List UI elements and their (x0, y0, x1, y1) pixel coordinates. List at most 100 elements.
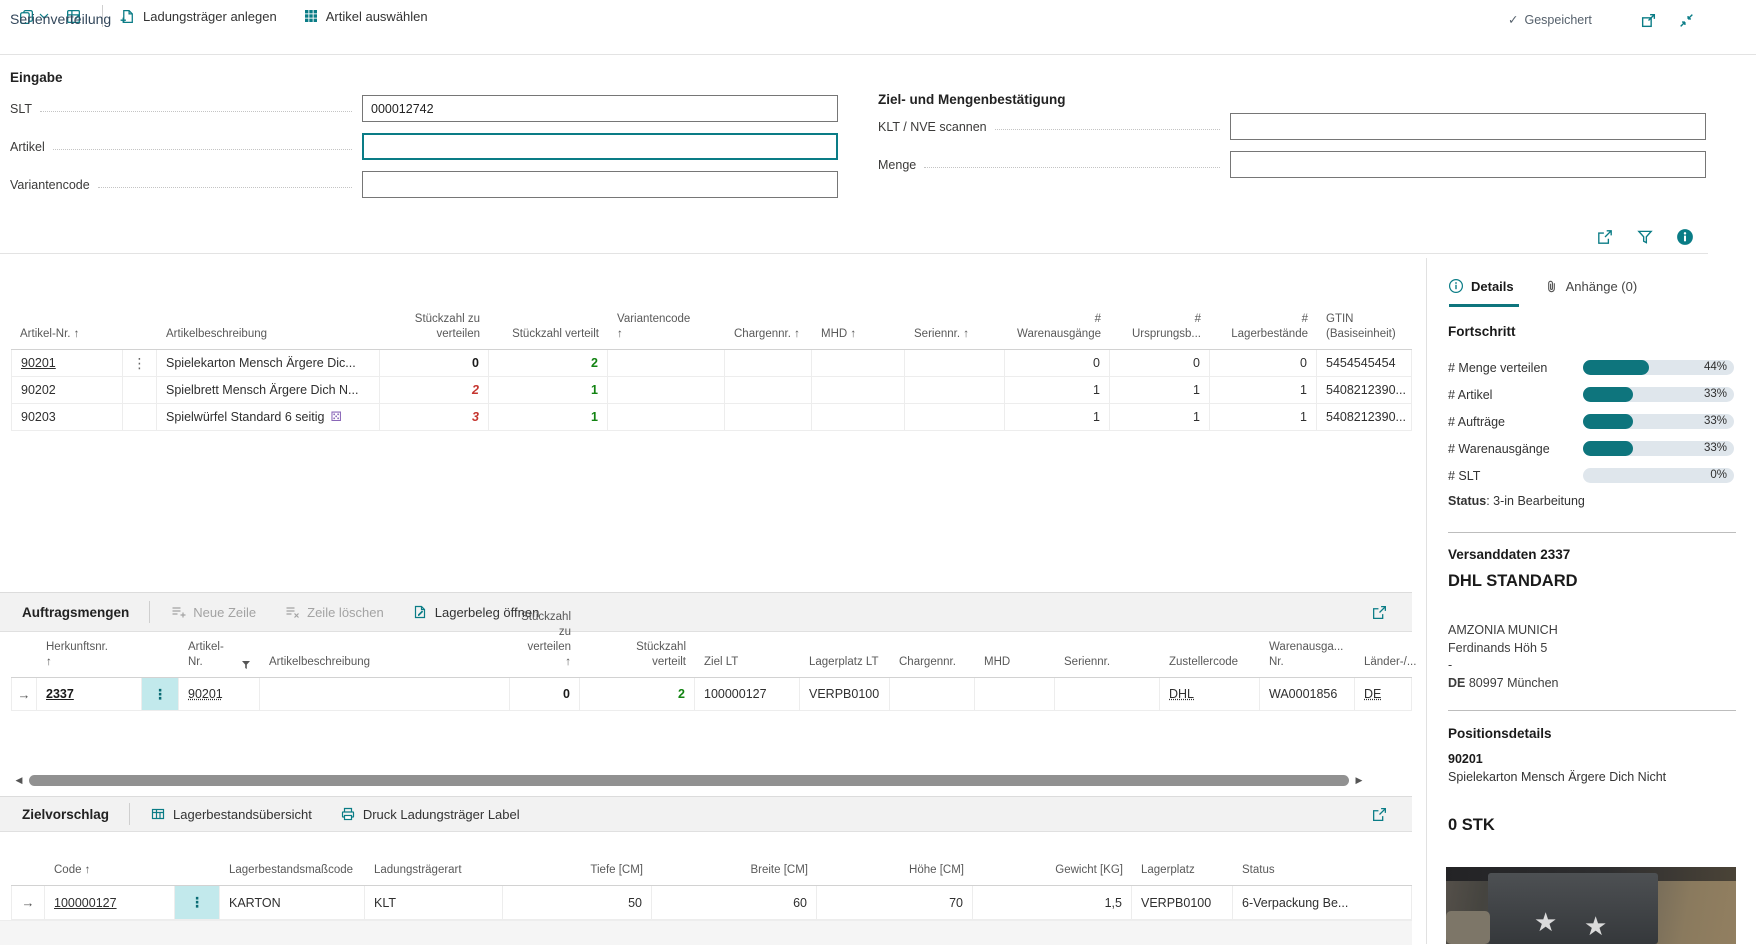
col-header-warenausgaenge[interactable]: # Warenausgänge (1005, 306, 1110, 350)
col-header-stueckzahl-verteilt[interactable]: Stückzahl verteilt (489, 306, 608, 350)
slt-input[interactable] (362, 95, 838, 122)
klt-nve-input[interactable] (1230, 113, 1706, 140)
slt-label: SLT (10, 101, 32, 116)
col-header-mhd[interactable]: MHD ↑ (812, 306, 905, 350)
table-row-cell (725, 377, 812, 404)
warenausgaenge-link[interactable]: 1 (1005, 377, 1110, 404)
col-header-breite[interactable]: Breite [CM] (652, 836, 817, 886)
zustellercode-link[interactable]: DHL (1169, 687, 1194, 701)
col-header-stueckzahl-zu-verteilen[interactable]: Stückzahl zu verteilen (380, 306, 489, 350)
scrollbar-thumb[interactable] (29, 774, 1349, 786)
warenausgaenge-link[interactable]: 0 (1005, 350, 1110, 377)
band-separator (149, 601, 151, 623)
progress-value: 44% (1703, 361, 1727, 373)
table-row-cell: 2337 (37, 678, 142, 711)
col-header-herkunftsnr[interactable]: Herkunftsnr. ↑ (37, 632, 142, 678)
herkunftsnr-link[interactable]: 2337 (46, 687, 74, 701)
row-menu-icon[interactable]: ⋮ (133, 355, 147, 372)
lagerbestaende-link[interactable]: 0 (1210, 350, 1317, 377)
scroll-left-icon[interactable]: ◀ (11, 775, 27, 786)
lagerbestaende-link[interactable]: 1 (1210, 404, 1317, 431)
col-header-code[interactable]: Code ↑ (45, 836, 175, 886)
col-header-variantencode[interactable]: Variantencode ↑ (608, 306, 725, 350)
check-icon: ✓ (1508, 13, 1519, 27)
popout-icon[interactable] (1640, 12, 1657, 29)
col-header-gtin[interactable]: GTIN (Basiseinheit) (1317, 306, 1412, 350)
lagerplatz-lt-link[interactable]: VERPB0100 (800, 678, 890, 711)
table-row-cell: 5454545454 (1317, 350, 1412, 377)
ladungstraeger-anlegen-label: Ladungsträger anlegen (143, 8, 277, 24)
col-header-stueckzahl-zu-verteilen[interactable]: Stückzahl zu verteilen ↑ (510, 611, 580, 678)
col-header-seriennr[interactable]: Seriennr. ↑ (905, 306, 1005, 350)
product-photo: ★ ★ (1446, 867, 1736, 944)
row-menu-icon[interactable]: ⋮ (190, 894, 204, 911)
share-icon[interactable] (1371, 806, 1388, 823)
col-header-lagerplatz[interactable]: Lagerplatz (1132, 836, 1233, 886)
table-row-cell: DE (1355, 678, 1412, 711)
share-icon[interactable] (1596, 228, 1614, 246)
warenausgang-link[interactable]: WA0001856 (1260, 678, 1355, 711)
col-header-artikelbeschreibung[interactable]: Artikelbeschreibung (157, 306, 380, 350)
col-header-mhd[interactable]: MHD (975, 632, 1055, 678)
col-header-artikelbeschreibung[interactable]: Artikelbeschreibung (260, 632, 510, 678)
artikel-nr-link[interactable]: 90201 (21, 356, 56, 370)
filter-icon[interactable] (1636, 228, 1654, 246)
table-row-cell: Spielekarton Mensch Ärgere Dic... (157, 350, 380, 377)
tab-details[interactable]: Details (1448, 278, 1514, 294)
artikel-nr-link[interactable]: 90203 (21, 410, 56, 424)
col-header-hoehe[interactable]: Höhe [CM] (817, 836, 973, 886)
scroll-right-icon[interactable]: ▶ (1351, 775, 1367, 786)
collapse-icon[interactable] (1678, 12, 1695, 29)
status-value: : 3-in Bearbeitung (1486, 494, 1585, 508)
code-link[interactable]: 100000127 (54, 896, 117, 910)
druck-ladungstraeger-label-button[interactable]: Druck Ladungsträger Label (340, 806, 520, 822)
lagerbestaende-link[interactable]: 1 (1210, 377, 1317, 404)
col-header-lagerbestaende[interactable]: # Lagerbestände (1210, 306, 1317, 350)
ladungstraeger-anlegen-button[interactable]: Ladungsträger anlegen (119, 8, 277, 25)
variantencode-input[interactable] (362, 171, 838, 198)
info-icon[interactable] (1676, 228, 1694, 246)
zeile-loeschen-button[interactable]: Zeile löschen (284, 604, 384, 620)
col-header-laender[interactable]: Länder-/... (1355, 632, 1416, 678)
col-header-zustellercode[interactable]: Zustellercode (1160, 632, 1260, 678)
warenausgaenge-link[interactable]: 1 (1005, 404, 1110, 431)
share-icon[interactable] (1371, 604, 1388, 621)
col-header-chargennr[interactable]: Chargennr. ↑ (725, 306, 812, 350)
artikel-input[interactable] (362, 133, 838, 160)
star-icon: ★ (1584, 911, 1608, 941)
col-header-ladungstraegerart[interactable]: Ladungsträgerart (365, 836, 503, 886)
col-header-lagerbestandsmasscode[interactable]: Lagerbestandsmaßcode (220, 836, 365, 886)
progress-track: 0% (1583, 468, 1734, 483)
ziel-lt-link[interactable]: 100000127 (695, 678, 800, 711)
col-header-gewicht[interactable]: Gewicht [KG] (973, 836, 1132, 886)
artikel-nr-link[interactable]: 90201 (188, 687, 223, 701)
lagerbestandsuebersicht-button[interactable]: Lagerbestandsübersicht (150, 806, 312, 822)
dotted-leader (994, 128, 1220, 130)
col-header-chargennr[interactable]: Chargennr. (890, 632, 975, 678)
row-menu-icon[interactable]: ⋮ (153, 686, 167, 703)
col-header-warenausgang-nr[interactable]: Warenausga... Nr. (1260, 632, 1355, 678)
col-header-seriennr[interactable]: Seriennr. (1055, 632, 1160, 678)
dotted-leader (40, 110, 352, 112)
col-header-ziel-lt[interactable]: Ziel LT (695, 632, 800, 678)
table-row-cell: 100000127 (45, 886, 175, 920)
col-header-artikel-nr[interactable]: Artikel-Nr. ↑ (11, 306, 123, 350)
col-header-ursprungsb[interactable]: # Ursprungsb... (1110, 306, 1210, 350)
artikel-auswaehlen-button[interactable]: Artikel auswählen (303, 8, 428, 24)
table-row-cell (725, 404, 812, 431)
auftragsmengen-table: Herkunftsnr. ↑ Artikel-Nr. Artikelbeschr… (11, 611, 1416, 711)
col-header-artikel-nr[interactable]: Artikel-Nr. (179, 632, 260, 678)
laendercode-link[interactable]: DE (1364, 687, 1381, 701)
col-header-status[interactable]: Status (1233, 836, 1412, 886)
neue-zeile-button[interactable]: Neue Zeile (170, 604, 256, 620)
horizontal-scrollbar[interactable]: ◀ ▶ (11, 772, 1412, 788)
tab-anhaenge[interactable]: Anhänge (0) (1544, 279, 1637, 294)
col-header-lagerplatz-lt[interactable]: Lagerplatz LT (800, 632, 890, 678)
menge-input[interactable] (1230, 151, 1706, 178)
col-header-tiefe[interactable]: Tiefe [CM] (503, 836, 652, 886)
col-header-stueckzahl-verteilt[interactable]: Stückzahl verteilt (580, 632, 695, 678)
artikel-nr-link[interactable]: 90202 (21, 383, 56, 397)
saved-indicator: ✓ Gespeichert (1508, 12, 1592, 28)
col-header-empty (11, 632, 37, 678)
row-menu-cell: ⋮ (123, 350, 157, 377)
